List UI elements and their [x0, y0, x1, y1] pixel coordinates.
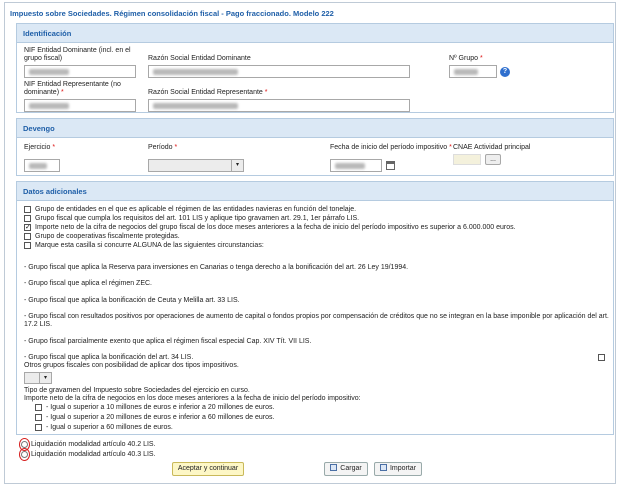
- nif-dominante-input[interactable]: [24, 65, 136, 78]
- radio-liquidacion-40-3-label: Liquidación modalidad artículo 40.3 LIS.: [31, 451, 156, 458]
- check-circunstancias[interactable]: [24, 242, 31, 249]
- devengo-section: Devengo Ejercicio * Período * ▾ Fecha de…: [16, 118, 614, 176]
- page-title: Impuesto sobre Sociedades. Régimen conso…: [10, 9, 334, 18]
- n-grupo-label: Nº Grupo *: [449, 55, 483, 62]
- razon-dominante-label: Razón Social Entidad Dominante: [148, 55, 251, 62]
- periodo-label: Período *: [148, 144, 178, 151]
- circumstance-ceuta-melilla: - Grupo fiscal que aplica la bonificació…: [24, 297, 240, 304]
- check-importe-60[interactable]: [35, 424, 42, 431]
- cargar-button[interactable]: Cargar: [324, 462, 368, 476]
- fecha-inicio-label: Fecha de inicio del período impositivo *: [330, 144, 452, 151]
- n-grupo-input[interactable]: [449, 65, 497, 78]
- check-navieras-label: Grupo de entidades en el que es aplicabl…: [35, 206, 357, 213]
- tipo-gravamen-label: Tipo de gravamen del Impuesto sobre Soci…: [24, 387, 250, 394]
- cnae-input[interactable]: [453, 154, 481, 165]
- check-bonificacion-34[interactable]: [598, 354, 605, 361]
- check-art-101-label: Grupo fiscal que cumpla los requisitos d…: [35, 215, 360, 222]
- check-navieras[interactable]: [24, 206, 31, 213]
- check-importe-neto-label: Importe neto de la cifra de negocios del…: [35, 224, 516, 231]
- otros-grupos-label: Otros grupos fiscales con posibilidad de…: [24, 362, 239, 369]
- import-icon: [379, 464, 387, 471]
- check-cooperativas-label: Grupo de cooperativas fiscalmente proteg…: [35, 233, 180, 240]
- datos-adicionales-heading: Datos adicionales: [17, 182, 613, 201]
- circumstance-aumento-capital-cont: 17.2 LIS.: [24, 321, 53, 328]
- calendar-icon[interactable]: [386, 161, 395, 170]
- check-importe-20-60-label: - Igual o superior a 20 millones de euro…: [46, 414, 275, 421]
- cnae-lookup-button[interactable]: ...: [485, 154, 501, 165]
- otros-grupos-select[interactable]: ▾: [24, 372, 52, 384]
- ejercicio-input[interactable]: [24, 159, 60, 172]
- check-importe-20-60[interactable]: [35, 414, 42, 421]
- circumstance-canarias: - Grupo fiscal que aplica la Reserva par…: [24, 264, 409, 271]
- circumstance-zec: - Grupo fiscal que aplica el régimen ZEC…: [24, 280, 152, 287]
- datos-adicionales-section: Datos adicionales Grupo de entidades en …: [16, 181, 614, 435]
- razon-representante-label: Razón Social Entidad Representante *: [148, 89, 268, 96]
- identificacion-heading: Identificación: [17, 24, 613, 43]
- nif-dominante-label: NIF Entidad Dominante (incl. en el grupo…: [24, 47, 131, 62]
- upload-icon: [330, 464, 338, 471]
- razon-representante-input[interactable]: [148, 99, 410, 112]
- chevron-down-icon: ▾: [231, 160, 243, 171]
- circumstance-aumento-capital: - Grupo fiscal con resultados positivos …: [24, 313, 609, 320]
- form-frame: Impuesto sobre Sociedades. Régimen conso…: [4, 2, 616, 484]
- devengo-heading: Devengo: [17, 119, 613, 138]
- chevron-down-icon: ▾: [39, 373, 51, 383]
- cnae-label: CNAE Actividad principal: [453, 144, 531, 151]
- aceptar-continuar-button[interactable]: Aceptar y continuar: [172, 462, 244, 476]
- nif-representante-input[interactable]: [24, 99, 136, 112]
- check-art-101[interactable]: [24, 215, 31, 222]
- check-importe-neto[interactable]: [24, 223, 31, 231]
- identificacion-section: Identificación NIF Entidad Dominante (in…: [16, 23, 614, 113]
- check-importe-10-20[interactable]: [35, 404, 42, 411]
- check-importe-60-label: - Igual o superior a 60 millones de euro…: [46, 424, 173, 431]
- help-icon[interactable]: ?: [500, 67, 510, 77]
- razon-dominante-input[interactable]: [148, 65, 410, 78]
- radio-liquidacion-40-2-label: Liquidación modalidad artículo 40.2 LIS.: [31, 441, 156, 448]
- highlight-ring: [19, 448, 30, 461]
- check-cooperativas[interactable]: [24, 233, 31, 240]
- periodo-select[interactable]: ▾: [148, 159, 244, 172]
- check-importe-10-20-label: - Igual o superior a 10 millones de euro…: [46, 404, 275, 411]
- circumstance-parcialmente-exento: - Grupo fiscal parcialmente exento que a…: [24, 338, 312, 345]
- ejercicio-label: Ejercicio *: [24, 144, 56, 151]
- check-circunstancias-label: Marque esta casilla si concurre ALGUNA d…: [35, 242, 264, 249]
- fecha-inicio-input[interactable]: [330, 159, 382, 172]
- importar-button[interactable]: Importar: [374, 462, 422, 476]
- nif-representante-label: NIF Entidad Representante (no dominante)…: [24, 81, 121, 96]
- importe-neto-label: Importe neto de la cifra de negocios en …: [24, 395, 361, 402]
- circumstance-bonificacion-34: - Grupo fiscal que aplica la bonificació…: [24, 354, 194, 361]
